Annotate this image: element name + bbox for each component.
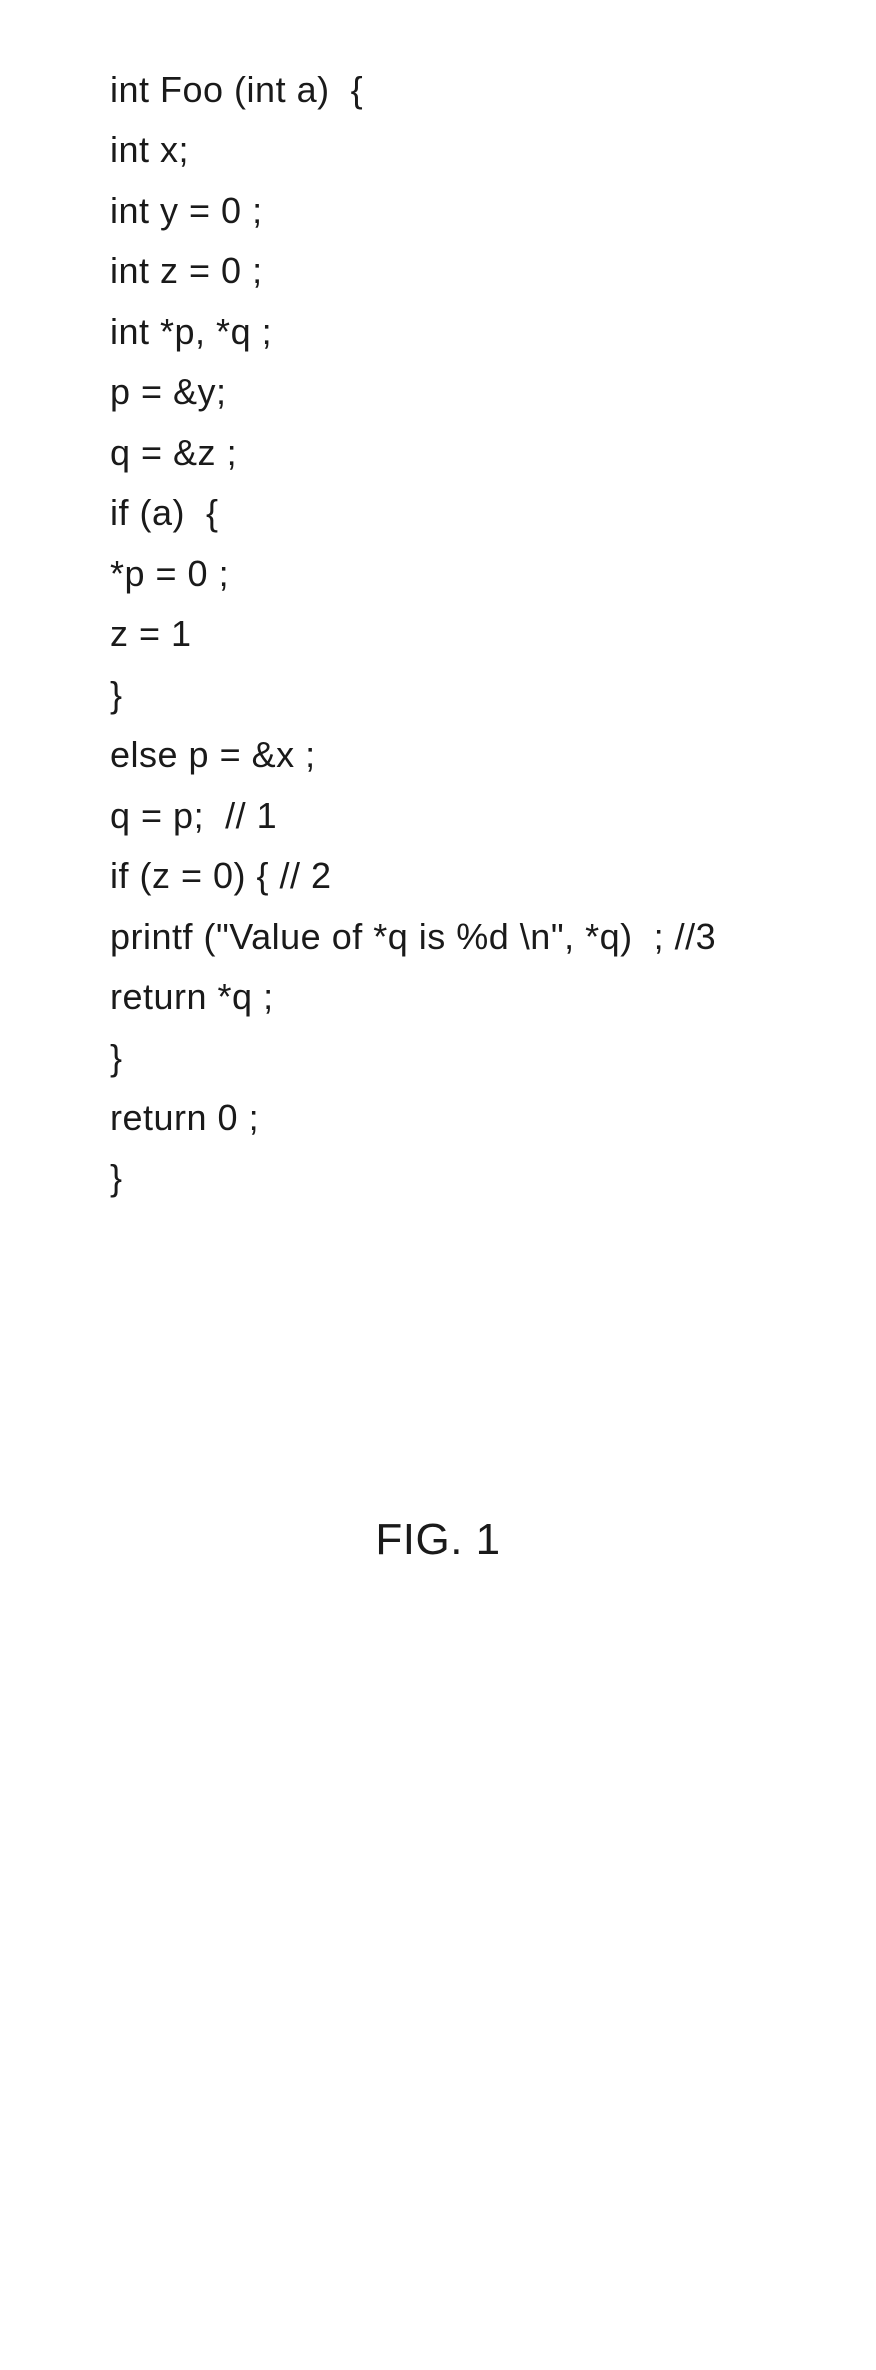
code-line: } bbox=[110, 665, 716, 725]
code-line: printf ("Value of *q is %d \n", *q) ; //… bbox=[110, 907, 716, 967]
code-line: } bbox=[110, 1148, 716, 1208]
code-line: else p = &x ; bbox=[110, 725, 716, 785]
code-line: if (z = 0) { // 2 bbox=[110, 846, 716, 906]
code-line: } bbox=[110, 1028, 716, 1088]
code-line: return 0 ; bbox=[110, 1088, 716, 1148]
code-line: z = 1 bbox=[110, 604, 716, 664]
code-line: int *p, *q ; bbox=[110, 302, 716, 362]
code-line: *p = 0 ; bbox=[110, 544, 716, 604]
code-line: return *q ; bbox=[110, 967, 716, 1027]
code-line: int Foo (int a) { bbox=[110, 60, 716, 120]
code-line: if (a) { bbox=[110, 483, 716, 543]
code-line: int y = 0 ; bbox=[110, 181, 716, 241]
code-line: q = &z ; bbox=[110, 423, 716, 483]
code-line: int z = 0 ; bbox=[110, 241, 716, 301]
code-listing: int Foo (int a) { int x; int y = 0 ; int… bbox=[110, 60, 716, 1209]
figure-label: FIG. 1 bbox=[0, 1515, 876, 1565]
code-line: p = &y; bbox=[110, 362, 716, 422]
code-line: int x; bbox=[110, 120, 716, 180]
code-line: q = p; // 1 bbox=[110, 786, 716, 846]
